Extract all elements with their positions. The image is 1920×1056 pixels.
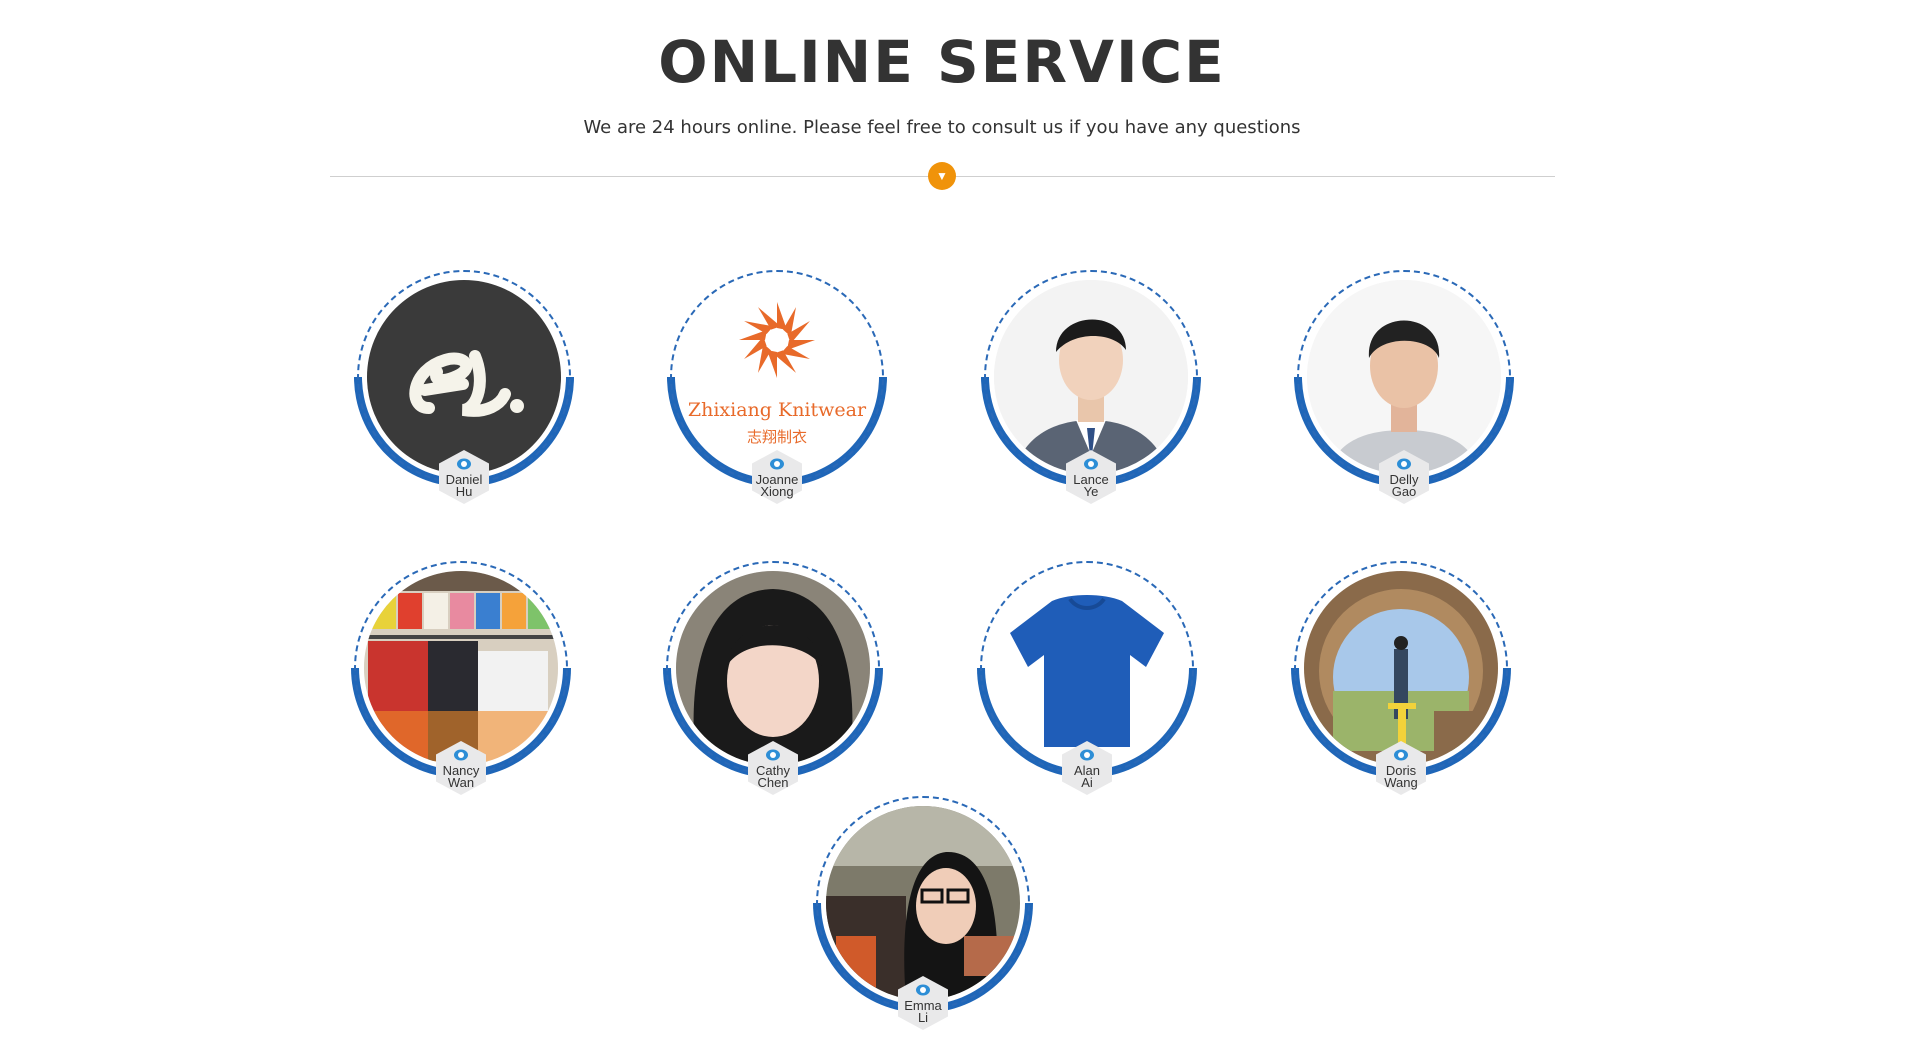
chat-icon <box>1080 749 1094 761</box>
contact-badge: Lance Ye <box>1066 450 1116 504</box>
chat-icon <box>454 749 468 761</box>
contact-card-alan-ai[interactable]: Alan Ai <box>977 561 1202 821</box>
contact-card-joanne-xiong[interactable]: Zhixiang Knitwear 志翔制衣 Joanne Xiong <box>667 270 892 530</box>
avatar <box>1307 280 1501 474</box>
page-subtitle: We are 24 hours online. Please feel free… <box>583 117 1301 138</box>
contact-badge: Joanne Xiong <box>752 450 802 504</box>
svg-text:志翔制衣: 志翔制衣 <box>747 428 807 446</box>
man-in-suit-photo-icon <box>994 280 1188 474</box>
svg-text:Zhixiang Knitwear: Zhixiang Knitwear <box>688 399 867 421</box>
contact-badge: Alan Ai <box>1062 741 1112 795</box>
page-title: ONLINE SERVICE <box>658 28 1226 96</box>
avatar <box>994 280 1188 474</box>
contact-card-nancy-wan[interactable]: Nancy Wan <box>351 561 576 821</box>
chat-icon <box>766 749 780 761</box>
contact-last-name: Gao <box>1391 484 1417 499</box>
contact-card-delly-gao[interactable]: Delly Gao <box>1294 270 1519 530</box>
chevron-down-icon: ▼ <box>928 162 956 190</box>
contact-badge: Nancy Wan <box>436 741 486 795</box>
chat-icon <box>457 458 471 470</box>
avatar <box>1304 571 1498 765</box>
man-portrait-photo-icon <box>1307 280 1501 474</box>
alibaba-logo-icon <box>367 280 561 474</box>
chat-icon <box>1394 749 1408 761</box>
avatar <box>826 806 1020 1000</box>
chat-icon <box>770 458 784 470</box>
woman-in-field-photo-icon <box>1304 571 1498 765</box>
chat-icon <box>1397 458 1411 470</box>
contact-last-name: Xiong <box>760 484 794 499</box>
contact-last-name: Li <box>917 1010 929 1025</box>
chat-icon <box>1084 458 1098 470</box>
chat-icon <box>916 984 930 996</box>
contact-badge: Delly Gao <box>1379 450 1429 504</box>
contact-card-emma-li[interactable]: Emma Li <box>813 796 1038 1056</box>
zhixiang-logo-icon: Zhixiang Knitwear 志翔制衣 <box>680 280 874 474</box>
avatar <box>990 571 1184 765</box>
blue-tshirt-photo-icon <box>990 571 1184 765</box>
contact-last-name: Ye <box>1083 484 1099 499</box>
woman-with-glasses-photo-icon <box>826 806 1020 1000</box>
contact-badge: Doris Wang <box>1376 741 1426 795</box>
contact-last-name: Wang <box>1384 775 1418 790</box>
contact-last-name: Wan <box>447 775 475 790</box>
contact-badge: Emma Li <box>898 976 948 1030</box>
contact-last-name: Ai <box>1081 775 1093 790</box>
avatar <box>367 280 561 474</box>
contact-card-lance-ye[interactable]: Lance Ye <box>981 270 1206 530</box>
contact-badge: Cathy Chen <box>748 741 798 795</box>
avatar <box>364 571 558 765</box>
clothing-rack-photo-icon <box>364 571 558 765</box>
avatar: Zhixiang Knitwear 志翔制衣 <box>680 280 874 474</box>
woman-portrait-photo-icon <box>676 571 870 765</box>
contact-last-name: Hu <box>455 484 473 499</box>
contact-card-daniel-hu[interactable]: Daniel Hu <box>354 270 579 530</box>
contact-badge: Daniel Hu <box>439 450 489 504</box>
contact-card-cathy-chen[interactable]: Cathy Chen <box>663 561 888 821</box>
contact-card-doris-wang[interactable]: Doris Wang <box>1291 561 1516 821</box>
avatar <box>676 571 870 765</box>
contact-last-name: Chen <box>757 775 789 790</box>
